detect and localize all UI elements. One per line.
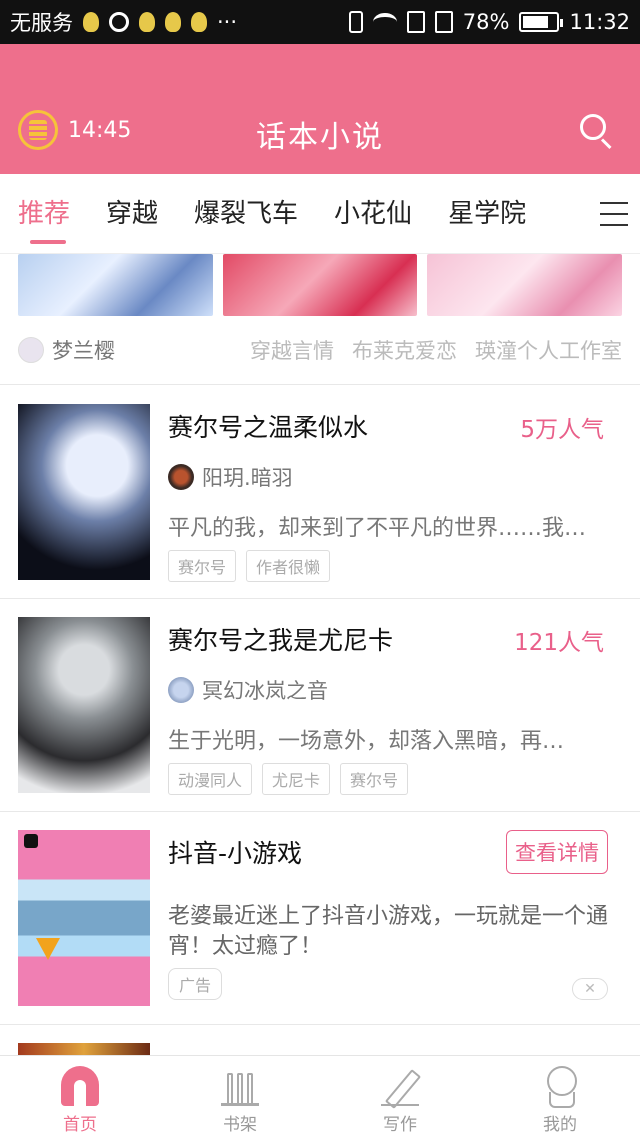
tab-flower-fairy[interactable]: 小花仙 <box>334 174 412 254</box>
nav-label: 写作 <box>383 1115 417 1135</box>
tab-star-academy[interactable]: 星学院 <box>448 174 526 254</box>
sim-icon <box>406 11 425 33</box>
story-description: 平凡的我，却来到了不平凡的世界……我… <box>168 516 587 541</box>
banner-image[interactable] <box>18 254 213 316</box>
arrow-down-icon <box>36 938 60 960</box>
ad-image[interactable] <box>18 830 150 1006</box>
story-card[interactable]: 赛尔号之我是尤尼卡 121人气 冥幻冰岚之音 生于光明，一场意外，却落入黑暗，再… <box>0 599 640 811</box>
bottom-nav: 首页 书架 写作 我的 <box>0 1055 640 1138</box>
status-bar: 无服务 ··· 78% 11:32 <box>0 0 640 44</box>
category-tabs: 推荐 穿越 爆裂飞车 小花仙 星学院 <box>0 174 640 254</box>
story-cover[interactable] <box>18 404 150 580</box>
tag[interactable]: 作者很懒 <box>246 550 331 582</box>
story-card[interactable]: 赛尔号之温柔似水 5万人气 阳玥.暗羽 平凡的我，却来到了不平凡的世界……我… … <box>0 386 640 598</box>
tab-recommend[interactable]: 推荐 <box>18 174 70 254</box>
avatar <box>18 337 44 363</box>
nav-write[interactable]: 写作 <box>320 1056 480 1138</box>
tiktok-icon <box>24 834 38 848</box>
story-tags: 赛尔号 作者很懒 <box>168 550 331 582</box>
wifi-icon <box>372 13 397 31</box>
notification-icon <box>165 12 181 32</box>
view-details-button[interactable]: 查看详情 <box>506 830 608 874</box>
nav-label: 我的 <box>543 1115 577 1135</box>
vibrate-icon <box>348 11 363 33</box>
menu-icon[interactable] <box>600 202 628 226</box>
story-tags: 动漫同人 尤尼卡 赛尔号 <box>168 763 409 795</box>
featured-banners <box>18 254 623 318</box>
tag[interactable]: 动漫同人 <box>168 763 253 795</box>
notification-icon <box>139 12 155 32</box>
notification-icon <box>83 12 99 32</box>
ad-card[interactable]: 抖音-小游戏 查看详情 老婆最近迷上了抖音小游戏，一玩就是一个通宵！太过瘾了！ … <box>0 812 640 1024</box>
more-notifications-icon: ··· <box>217 10 238 34</box>
nav-bookshelf[interactable]: 书架 <box>160 1056 320 1138</box>
battery-icon <box>519 12 564 32</box>
tag[interactable]: 尤尼卡 <box>262 763 331 795</box>
tag[interactable]: 赛尔号 <box>340 763 409 795</box>
app-title: 话本小说 <box>256 120 384 155</box>
sim-icon <box>434 11 453 33</box>
avatar <box>168 677 194 703</box>
notification-icon <box>191 12 207 32</box>
tab-time-travel[interactable]: 穿越 <box>106 174 158 254</box>
ad-label: 广告 <box>168 968 223 1000</box>
sync-icon <box>109 12 129 32</box>
story-title[interactable]: 赛尔号之我是尤尼卡 <box>168 621 393 657</box>
home-icon <box>61 1066 99 1106</box>
app-header: 14:45 话本小说 <box>0 44 640 174</box>
banner-image[interactable] <box>427 254 623 316</box>
author-link[interactable]: 穿越言情 <box>250 335 334 365</box>
story-title[interactable]: 赛尔号之温柔似水 <box>168 408 368 444</box>
author-name: 阳玥.暗羽 <box>202 466 293 490</box>
banner-image[interactable] <box>222 254 418 316</box>
story-author[interactable]: 阳玥.暗羽 <box>168 462 293 492</box>
clock-time: 11:32 <box>569 10 630 34</box>
nav-label: 首页 <box>63 1115 97 1135</box>
author-link[interactable]: 瑛潼个人工作室 <box>475 335 622 365</box>
popularity-count: 121人气 <box>514 630 604 656</box>
story-card-partial[interactable] <box>0 1025 640 1055</box>
avatar <box>168 464 194 490</box>
ad-title[interactable]: 抖音-小游戏 <box>168 834 302 870</box>
nav-profile[interactable]: 我的 <box>480 1056 640 1138</box>
carrier-label: 无服务 <box>10 11 73 35</box>
bookshelf-icon <box>221 1066 259 1106</box>
author-link[interactable]: 梦兰樱 <box>52 335 115 365</box>
story-cover[interactable] <box>18 617 150 793</box>
pencil-icon <box>381 1066 419 1106</box>
user-icon <box>541 1066 579 1108</box>
author-name: 冥幻冰岚之音 <box>202 679 328 703</box>
search-icon[interactable] <box>580 114 612 150</box>
story-author[interactable]: 冥幻冰岚之音 <box>168 675 328 705</box>
nav-home[interactable]: 首页 <box>0 1056 160 1138</box>
nav-label: 书架 <box>223 1115 257 1135</box>
battery-percent: 78% <box>462 10 510 34</box>
tag[interactable]: 赛尔号 <box>168 550 237 582</box>
close-icon[interactable]: ✕ <box>572 978 608 1000</box>
story-cover[interactable] <box>18 1043 150 1055</box>
ad-description: 老婆最近迷上了抖音小游戏，一玩就是一个通宵！太过瘾了！ <box>168 904 609 959</box>
divider <box>0 384 640 385</box>
featured-authors: 梦兰樱 穿越言情 布莱克爱恋 瑛潼个人工作室 <box>18 330 622 370</box>
popularity-count: 5万人气 <box>520 417 604 443</box>
tab-racing[interactable]: 爆裂飞车 <box>194 174 298 254</box>
story-description: 生于光明，一场意外，却落入黑暗，再… <box>168 729 565 754</box>
author-link[interactable]: 布莱克爱恋 <box>352 335 457 365</box>
